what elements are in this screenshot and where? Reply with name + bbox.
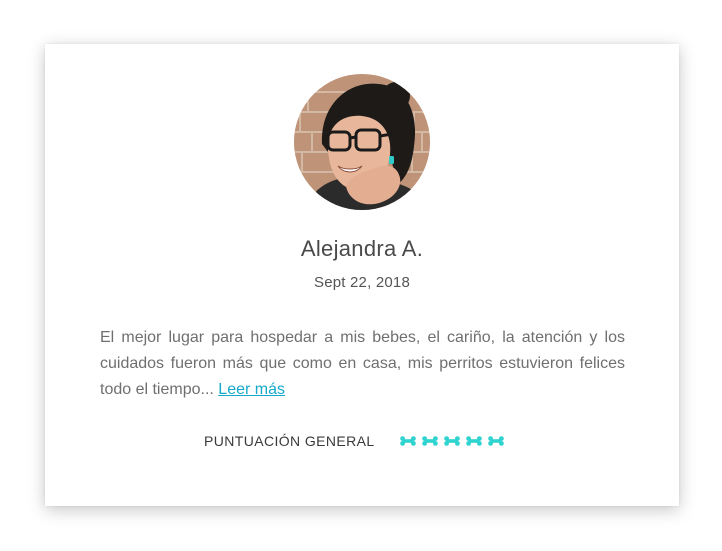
- review-date: Sept 22, 2018: [313, 274, 410, 291]
- read-more-link[interactable]: Leer más: [218, 381, 285, 398]
- bone-icon: [487, 436, 504, 446]
- review-body: El mejor lugar para hospedar a mis bebes…: [100, 329, 625, 398]
- bone-icon: [443, 436, 460, 446]
- bone-icon: [399, 436, 416, 446]
- bone-icon: [465, 436, 482, 446]
- rating-bones: [399, 436, 510, 446]
- rating-label: PUNTUACIÓN GENERAL: [204, 433, 375, 449]
- bone-icon: [421, 436, 438, 446]
- review-text: El mejor lugar para hospedar a mis bebes…: [100, 325, 625, 403]
- review-card: Alejandra A. Sept 22, 2018 El mejor luga…: [45, 44, 679, 506]
- reviewer-name: Alejandra A.: [300, 236, 424, 261]
- overall-rating: PUNTUACIÓN GENERAL: [204, 431, 510, 451]
- reviewer-avatar: [294, 74, 430, 210]
